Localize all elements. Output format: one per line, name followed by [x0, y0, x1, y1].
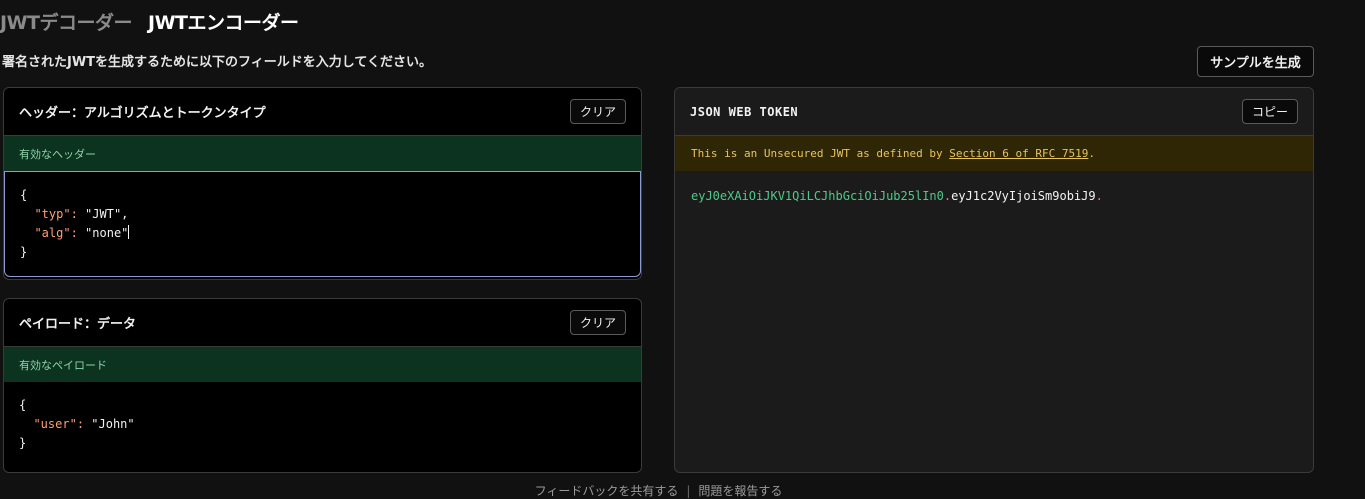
instruction-text: 署名されたJWTを生成するために以下のフィールドを入力してください。 — [2, 55, 433, 70]
payload-clear-button[interactable]: クリア — [569, 310, 626, 335]
header-clear-button[interactable]: クリア — [569, 99, 626, 124]
token-panel-title: JSON WEB TOKEN — [690, 104, 799, 119]
brace-open: { — [20, 188, 28, 202]
generate-sample-button[interactable]: サンプルを生成 — [1197, 46, 1314, 77]
payload-status-badge: 有効なペイロード — [4, 347, 641, 382]
brace-open: { — [19, 398, 27, 412]
token-header-part: eyJ0eXAiOiJKV1QiLCJhbGciOiJub25lIn0 — [691, 189, 944, 203]
json-key-typ: "typ" — [34, 207, 71, 221]
encoded-token[interactable]: eyJ0eXAiOiJKV1QiLCJhbGciOiJub25lIn0.eyJ1… — [675, 171, 1313, 221]
copy-token-button[interactable]: コピー — [1241, 99, 1298, 124]
token-panel: JSON WEB TOKEN コピー This is an Unsecured … — [674, 87, 1314, 473]
token-panel-head: JSON WEB TOKEN コピー — [675, 88, 1313, 136]
payload-panel-head: ペイロード：データ クリア — [4, 299, 641, 347]
feedback-link[interactable]: フィードバックを共有する — [535, 484, 679, 498]
footer-separator: | — [686, 484, 691, 498]
text-caret — [128, 225, 130, 239]
header-status-badge: 有効なヘッダー — [4, 136, 641, 171]
mode-tabs: JWTデコーダー JWTエンコーダー — [0, 10, 299, 36]
token-dot-trailing: . — [1095, 189, 1103, 203]
header-panel: ヘッダー：アルゴリズムとトークンタイプ クリア 有効なヘッダー { "typ":… — [3, 87, 642, 280]
header-panel-head: ヘッダー：アルゴリズムとトークンタイプ クリア — [4, 88, 641, 136]
json-value-alg: "none" — [85, 226, 129, 240]
unsecured-warning: This is an Unsecured JWT as defined by S… — [675, 136, 1313, 171]
header-editor[interactable]: { "typ": "JWT", "alg": "none" } — [4, 171, 641, 277]
warning-suffix: . — [1088, 147, 1095, 160]
payload-panel: ペイロード：データ クリア 有効なペイロード { "user": "John" … — [3, 298, 642, 473]
json-key-alg: "alg" — [34, 226, 71, 240]
warning-text: This is an Unsecured JWT as defined by — [691, 147, 950, 160]
json-key-user: "user" — [33, 417, 77, 431]
brace-close: } — [19, 436, 27, 450]
json-value-typ: "JWT", — [85, 207, 129, 221]
payload-panel-title: ペイロード：データ — [19, 317, 137, 332]
header-panel-title: ヘッダー：アルゴリズムとトークンタイプ — [19, 106, 266, 121]
tab-jwt-encoder[interactable]: JWTエンコーダー — [148, 10, 299, 36]
brace-close: } — [20, 245, 28, 259]
tab-jwt-decoder[interactable]: JWTデコーダー — [0, 10, 133, 36]
report-issue-link[interactable]: 問題を報告する — [698, 484, 782, 498]
json-value-user: "John" — [91, 417, 135, 431]
token-payload-part: eyJ1c2VyIjoiSm9obiJ9 — [951, 189, 1096, 203]
payload-editor[interactable]: { "user": "John" } — [4, 382, 641, 467]
footer: フィードバックを共有する | 問題を報告する — [0, 482, 1317, 499]
rfc-section-link[interactable]: Section 6 of RFC 7519 — [949, 147, 1088, 160]
